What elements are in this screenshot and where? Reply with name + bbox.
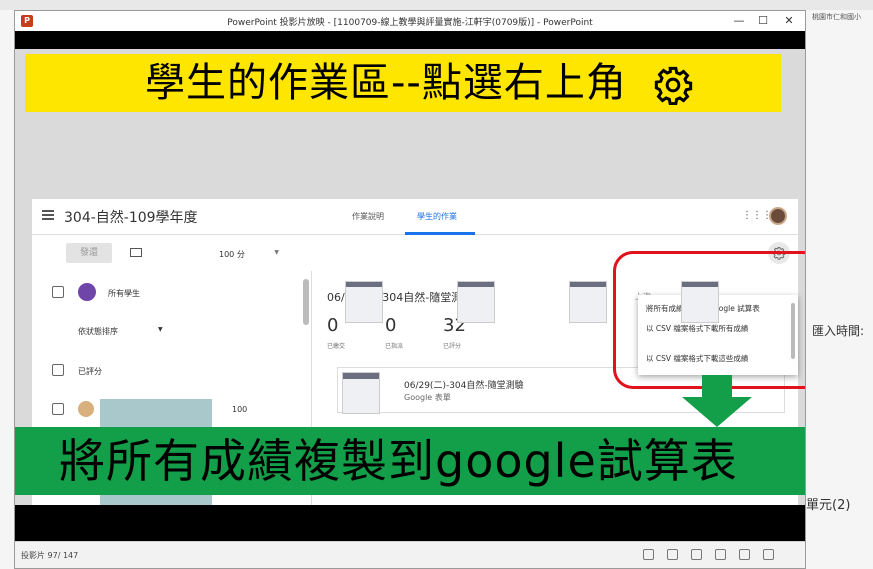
submission-thumbnail: [569, 281, 607, 323]
graded-label: 已評分: [78, 367, 102, 376]
stat-turned-in-value: 0: [327, 315, 339, 336]
all-students-label: 所有學生: [108, 289, 140, 298]
submission-thumbnail: [681, 281, 719, 323]
top-banner: 學生的作業區--點選右上角: [25, 54, 781, 112]
avatar[interactable]: [769, 207, 787, 225]
points-select[interactable]: 100 分 ▼: [219, 249, 279, 260]
stat-assigned-value: 0: [385, 315, 397, 336]
card-title: 06/29(二)-304自然-隨堂測驗: [404, 381, 524, 391]
close-button[interactable]: ✕: [777, 13, 801, 29]
background-left-panel: [0, 10, 14, 569]
title-bar: P PowerPoint 投影片放映 - [1100709-線上教學與評量實施-…: [15, 11, 805, 31]
down-arrow-icon: [682, 375, 752, 427]
student-score[interactable]: 100: [232, 405, 247, 414]
background-tab-label: 桃園市仁和國小: [812, 13, 861, 21]
chevron-down-icon: ▼: [274, 249, 279, 256]
maximize-button[interactable]: ☐: [751, 13, 775, 29]
return-button[interactable]: 發還: [66, 243, 112, 263]
classroom-header: 304-自然-109學年度 作業說明 學生的作業 ⋮⋮⋮: [32, 199, 798, 235]
stat-assigned-label: 已指派: [385, 343, 404, 350]
slide-sorter-icon[interactable]: [715, 549, 726, 560]
status-bar: 投影片 97/ 147: [15, 541, 805, 568]
mail-icon[interactable]: [130, 248, 142, 257]
normal-view-icon[interactable]: [691, 549, 702, 560]
student-checkbox[interactable]: [52, 403, 64, 415]
background-right-panel: 桃園市仁和國小 匯入時間: 單元(2): [806, 10, 873, 569]
browser-tab-strip: [0, 0, 873, 10]
slideshow-area: 學生的作業區--點選右上角 304-自然-109學年度 作業說明 學生的作業 ⋮…: [15, 31, 805, 541]
minimize-button[interactable]: —: [727, 13, 751, 29]
window-title: PowerPoint 投影片放映 - [1100709-線上教學與評量實施-江軒…: [227, 18, 593, 28]
select-all-checkbox[interactable]: [52, 286, 64, 298]
menu-icon[interactable]: [42, 210, 54, 220]
background-unit-label: 單元(2): [806, 498, 851, 513]
tab-instructions[interactable]: 作業說明: [352, 211, 384, 222]
grid-apps-icon[interactable]: ⋮⋮⋮: [742, 210, 772, 222]
card-subtitle: Google 表單: [404, 393, 451, 402]
reading-view-icon[interactable]: [739, 549, 750, 560]
class-title: 304-自然-109學年度: [64, 210, 198, 226]
bottom-banner: 將所有成績複製到google試算表: [15, 427, 805, 495]
sort-select[interactable]: 依狀態排序: [78, 326, 118, 337]
student-avatar: [78, 401, 94, 417]
top-banner-text: 學生的作業區--點選右上角: [145, 60, 627, 106]
submission-thumbnail: [345, 281, 383, 323]
slide-number: 投影片 97/ 147: [21, 551, 79, 560]
powerpoint-window: P PowerPoint 投影片放映 - [1100709-線上教學與評量實施-…: [14, 10, 806, 569]
stat-graded-label: 已評分: [443, 343, 462, 350]
submission-thumbnail: [457, 281, 495, 323]
slide: 學生的作業區--點選右上角 304-自然-109學年度 作業說明 學生的作業 ⋮…: [15, 49, 805, 505]
sort-chevron-down-icon: ▼: [158, 326, 163, 333]
list-scrollbar[interactable]: [303, 279, 309, 325]
graded-checkbox[interactable]: [52, 364, 64, 376]
slideshow-view-icon[interactable]: [763, 549, 774, 560]
stat-turned-in-label: 已繳交: [327, 343, 346, 350]
gear-icon: [654, 66, 692, 105]
all-students-icon: [78, 283, 96, 301]
notes-icon[interactable]: [667, 549, 678, 560]
prev-slide-icon[interactable]: [643, 549, 654, 560]
tab-student-work[interactable]: 學生的作業: [417, 211, 457, 222]
background-time-label: 匯入時間:: [812, 324, 865, 338]
points-select-value: 100 分: [219, 250, 245, 259]
form-thumbnail: [342, 372, 380, 414]
